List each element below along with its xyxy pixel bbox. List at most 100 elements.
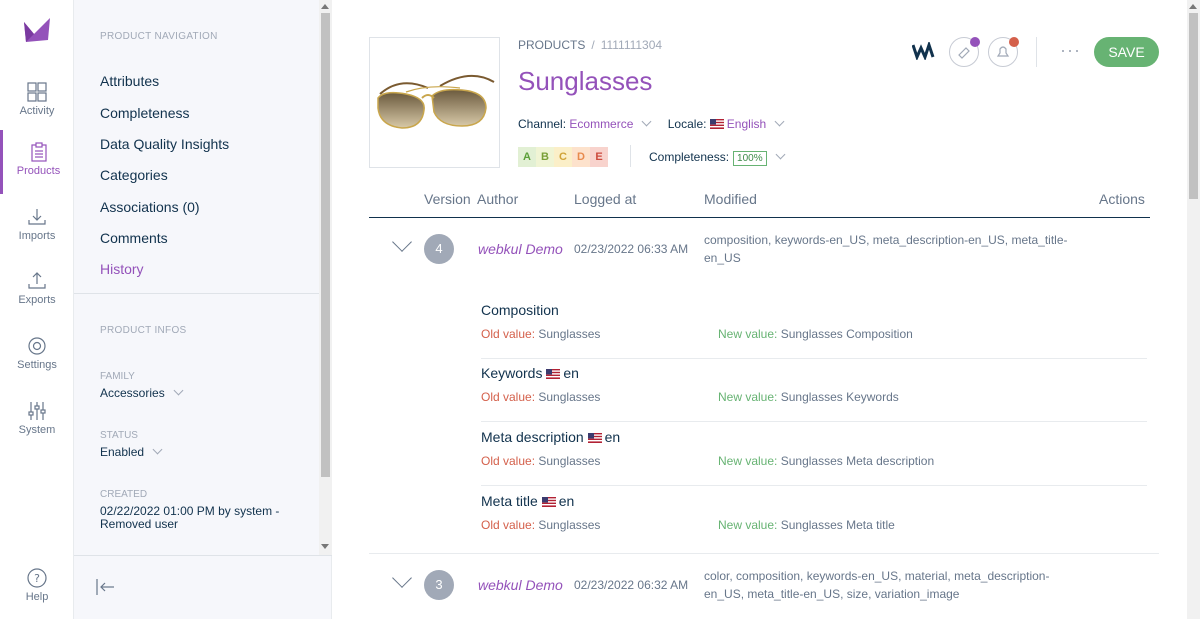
collapse-version-icon[interactable] — [392, 568, 412, 588]
table-header-divider — [369, 217, 1150, 218]
scroll-up-arrow-icon[interactable] — [321, 4, 329, 9]
old-value-text: Sunglasses — [538, 454, 601, 468]
product-navigation-panel: PRODUCT NAVIGATION Attributes Completene… — [74, 0, 332, 619]
rail-label: Activity — [19, 105, 55, 117]
column-header-version: Version — [424, 191, 471, 207]
chevron-down-icon — [173, 385, 184, 396]
export-icon — [28, 272, 46, 289]
version-logged-at: 02/23/2022 06:33 AM — [574, 242, 689, 256]
dashboard-icon — [27, 82, 47, 102]
completeness-badge: 100% — [733, 151, 767, 166]
change-old-value: Old value: Sunglasses — [481, 390, 600, 404]
product-image[interactable] — [369, 37, 500, 168]
rail-item-imports[interactable]: Imports — [0, 195, 74, 259]
scroll-down-arrow-icon[interactable] — [321, 544, 329, 549]
created-label: CREATED — [100, 489, 148, 500]
chevron-down-icon — [775, 149, 786, 160]
product-navigation-scrollbar[interactable] — [319, 0, 332, 555]
change-item: Meta title en Old value: Sunglasses New … — [481, 486, 1147, 550]
toolbar-divider — [1036, 37, 1037, 67]
nav-link-history[interactable]: History — [100, 261, 144, 277]
rail-item-activity[interactable]: Activity — [0, 70, 74, 134]
change-old-value: Old value: Sunglasses — [481, 454, 600, 468]
locale-switcher[interactable]: Locale: English — [668, 116, 785, 131]
akeneo-logo-icon[interactable] — [20, 14, 54, 48]
rail-item-products[interactable]: Products — [0, 130, 74, 194]
header-divider — [630, 145, 631, 167]
save-button[interactable]: SAVE — [1094, 37, 1159, 67]
us-flag-icon — [546, 369, 561, 379]
notification-dot — [970, 37, 980, 47]
product-infos-title: PRODUCT INFOS — [100, 325, 187, 336]
old-value-text: Sunglasses — [538, 327, 601, 341]
data-quality-grades[interactable]: A B C D E — [518, 147, 608, 167]
scroll-up-arrow-icon[interactable] — [1189, 4, 1197, 9]
import-icon — [28, 209, 46, 225]
breadcrumb-products-link[interactable]: PRODUCTS — [518, 38, 585, 52]
nav-link-categories[interactable]: Categories — [100, 167, 168, 183]
nav-link-completeness[interactable]: Completeness — [100, 105, 190, 121]
completeness-dropdown[interactable]: Completeness: 100% — [649, 149, 786, 166]
attribute-label: Composition — [481, 302, 559, 318]
collapse-version-icon[interactable] — [392, 232, 412, 252]
channel-label: Channel: — [518, 117, 567, 131]
old-value-label: Old value: — [481, 518, 536, 532]
change-new-value: New value: Sunglasses Keywords — [718, 390, 899, 404]
family-dropdown[interactable]: Accessories — [100, 385, 184, 400]
chevron-down-icon — [774, 116, 785, 127]
scrollbar-thumb[interactable] — [1189, 13, 1198, 199]
old-value-label: Old value: — [481, 454, 536, 468]
old-value-label: Old value: — [481, 327, 536, 341]
change-new-value: New value: Sunglasses Meta title — [718, 518, 895, 532]
notifications-button[interactable] — [988, 37, 1019, 67]
nav-link-comments[interactable]: Comments — [100, 230, 168, 246]
us-flag-icon — [709, 119, 724, 129]
version-logged-at: 02/23/2022 06:32 AM — [574, 578, 689, 592]
change-old-value: Old value: Sunglasses — [481, 327, 600, 341]
breadcrumb: PRODUCTS / 1111111304 — [518, 38, 662, 52]
main-content: PRODUCTS / 1111111304 Sunglasses Channel: … — [332, 0, 1187, 619]
new-value-label: New value: — [718, 454, 778, 468]
locale-code: en — [563, 365, 579, 381]
rail-label: Products — [16, 165, 61, 177]
quick-export-button[interactable] — [949, 37, 980, 67]
page-scrollbar[interactable] — [1187, 0, 1200, 619]
nav-link-associations[interactable]: Associations (0) — [100, 199, 200, 215]
channel-switcher[interactable]: Channel: Ecommerce — [518, 116, 654, 131]
column-header-modified: Modified — [704, 191, 757, 207]
new-value-text: Sunglasses Meta description — [780, 454, 935, 468]
attribute-label: Meta description — [481, 429, 584, 445]
change-item: Keywords en Old value: Sunglasses New va… — [481, 358, 1147, 422]
scrollbar-thumb[interactable] — [321, 13, 330, 477]
change-attribute-name: Meta description en — [481, 429, 620, 445]
breadcrumb-product-id: 1111111304 — [600, 38, 663, 52]
webkul-logo-icon[interactable] — [912, 42, 936, 60]
version-modified-fields: composition, keywords-en_US, meta_descri… — [704, 233, 1068, 265]
svg-text:?: ? — [34, 572, 40, 585]
more-actions-button[interactable]: ··· — [1060, 40, 1081, 61]
version-badge: 3 — [424, 570, 454, 600]
channel-value: Ecommerce — [569, 117, 634, 131]
nav-link-data-quality-insights[interactable]: Data Quality Insights — [100, 136, 229, 152]
status-dropdown[interactable]: Enabled — [100, 444, 163, 459]
rail-item-settings[interactable]: Settings — [0, 324, 74, 388]
collapse-panel-icon[interactable] — [94, 576, 116, 598]
grade-e: E — [590, 147, 608, 167]
rail-label: Settings — [17, 359, 57, 371]
rail-item-help[interactable]: ? Help — [0, 556, 74, 619]
change-old-value: Old value: Sunglasses — [481, 518, 600, 532]
attribute-label: Keywords — [481, 365, 543, 381]
new-value-label: New value: — [718, 390, 778, 404]
app-root: Activity Products Imports Exports Settin… — [0, 0, 1200, 619]
rail-item-exports[interactable]: Exports — [0, 259, 74, 323]
locale-value: English — [726, 117, 767, 131]
product-navigation-scroll-area: PRODUCT NAVIGATION Attributes Completene… — [74, 0, 319, 555]
chevron-down-icon — [152, 444, 163, 455]
locale-code: en — [558, 493, 575, 509]
rail-item-system[interactable]: System — [0, 389, 74, 453]
nav-divider — [74, 293, 319, 294]
nav-link-attributes[interactable]: Attributes — [100, 73, 159, 89]
locale-code: en — [604, 429, 621, 445]
change-attribute-name: Meta title en — [481, 493, 574, 509]
column-header-logged: Logged at — [574, 191, 637, 207]
